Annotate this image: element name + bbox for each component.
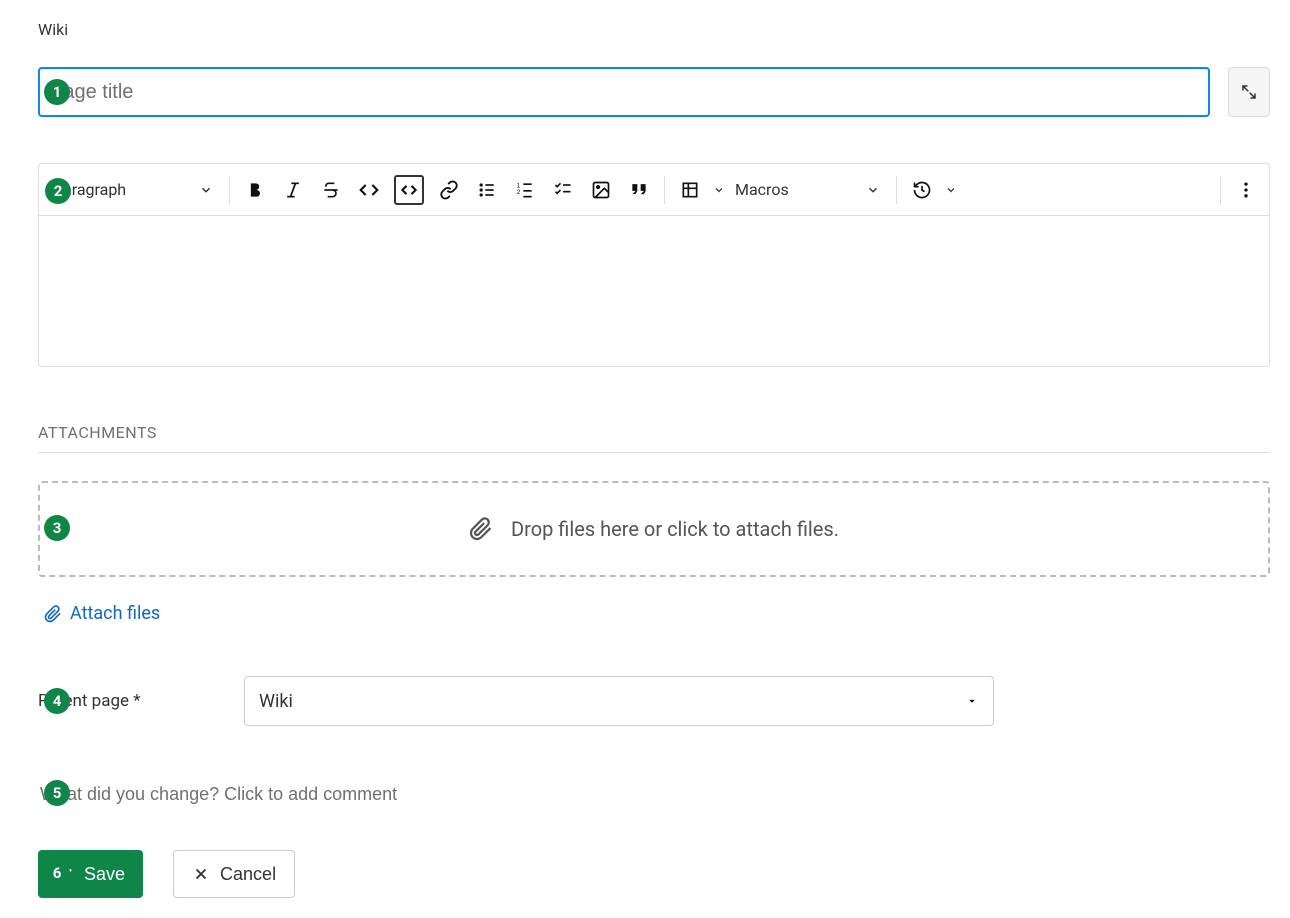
- change-comment-input[interactable]: [38, 776, 1270, 812]
- editor: 2 Paragraph: [38, 163, 1270, 367]
- bullet-list-icon: [477, 180, 497, 200]
- cancel-button-label: Cancel: [220, 864, 276, 885]
- link-button[interactable]: [430, 171, 468, 209]
- svg-text:2: 2: [517, 189, 521, 196]
- image-icon: [591, 180, 611, 200]
- bullet-list-button[interactable]: [468, 171, 506, 209]
- paperclip-icon: [469, 517, 493, 541]
- page-title-input[interactable]: [38, 67, 1210, 117]
- attachments-header: ATTACHMENTS: [38, 423, 1270, 453]
- parent-page-value: Wiki: [259, 691, 293, 712]
- step-badge-5: 5: [44, 780, 70, 806]
- separator: [664, 176, 665, 204]
- table-button[interactable]: [671, 171, 725, 209]
- chevron-down-icon: [713, 184, 725, 196]
- strikethrough-icon: [321, 180, 341, 200]
- link-icon: [439, 180, 459, 200]
- strikethrough-button[interactable]: [312, 171, 350, 209]
- editor-content[interactable]: [39, 216, 1269, 366]
- step-badge-1: 1: [44, 79, 70, 105]
- ordered-list-button[interactable]: 12: [506, 171, 544, 209]
- save-button-label: Save: [84, 864, 125, 885]
- quote-button[interactable]: [620, 171, 658, 209]
- macros-select[interactable]: Macros: [725, 172, 890, 208]
- expand-icon: [1240, 83, 1258, 101]
- chevron-down-icon: [199, 183, 213, 197]
- attach-files-link[interactable]: Attach files: [44, 603, 160, 624]
- history-icon: [912, 180, 932, 200]
- attachment-dropzone[interactable]: Drop files here or click to attach files…: [38, 481, 1270, 577]
- separator: [1220, 176, 1221, 204]
- dropzone-text: Drop files here or click to attach files…: [511, 517, 839, 541]
- quote-icon: [629, 180, 649, 200]
- editor-toolbar: Paragraph: [39, 164, 1269, 216]
- more-button[interactable]: [1227, 171, 1265, 209]
- paperclip-icon: [44, 605, 62, 623]
- code-icon: [359, 180, 379, 200]
- task-list-button[interactable]: [544, 171, 582, 209]
- image-button[interactable]: [582, 171, 620, 209]
- fullscreen-button[interactable]: [1228, 67, 1270, 117]
- attach-link-label: Attach files: [70, 603, 160, 624]
- step-badge-4: 4: [44, 688, 70, 714]
- breadcrumb: Wiki: [38, 20, 1270, 39]
- italic-button[interactable]: [274, 171, 312, 209]
- ordered-list-icon: 12: [515, 180, 535, 200]
- chevron-down-icon: [945, 184, 957, 196]
- code-block-button[interactable]: [394, 175, 424, 205]
- inline-code-button[interactable]: [350, 171, 388, 209]
- bold-icon: [245, 180, 265, 200]
- cancel-button[interactable]: Cancel: [173, 850, 295, 898]
- italic-icon: [283, 180, 303, 200]
- separator: [229, 176, 230, 204]
- history-button[interactable]: [903, 171, 957, 209]
- close-icon: [192, 865, 210, 883]
- bold-button[interactable]: [236, 171, 274, 209]
- step-badge-3: 3: [44, 515, 70, 541]
- step-badge-6: 6: [44, 860, 70, 886]
- step-badge-2: 2: [45, 178, 71, 204]
- chevron-down-icon: [866, 183, 880, 197]
- caret-down-icon: [965, 694, 979, 708]
- parent-page-select[interactable]: Wiki: [244, 676, 994, 726]
- more-vertical-icon: [1236, 180, 1256, 200]
- table-icon: [680, 180, 700, 200]
- code-block-icon: [399, 180, 419, 200]
- separator: [896, 176, 897, 204]
- macros-select-label: Macros: [735, 180, 789, 199]
- task-list-icon: [553, 180, 573, 200]
